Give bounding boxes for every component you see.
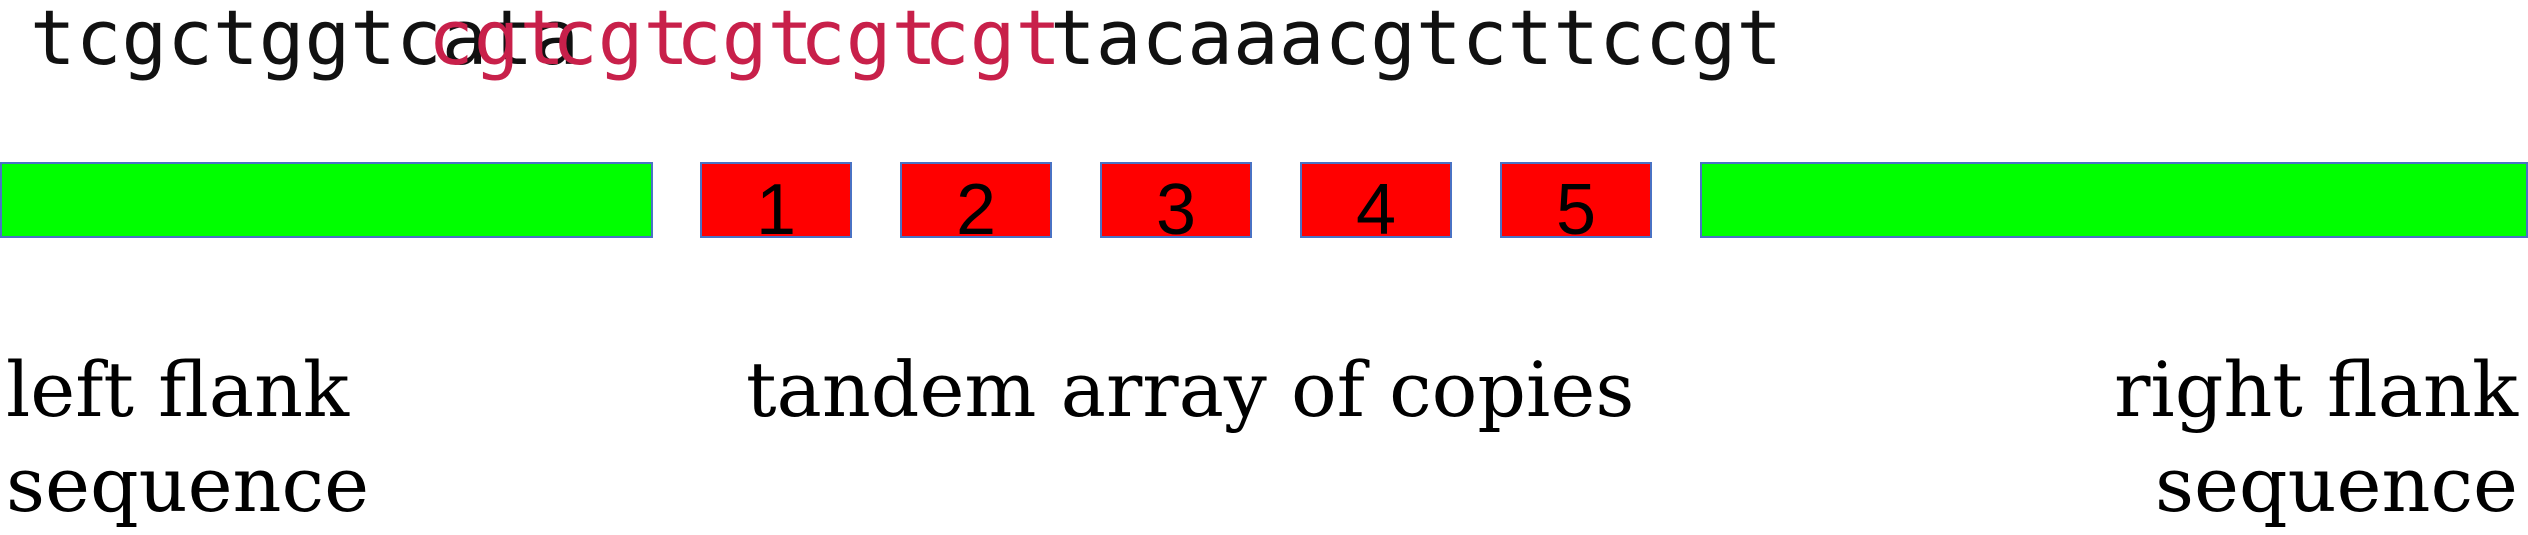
tandem-array-label: tandem array of copies xyxy=(746,345,1635,434)
right-flank-bar xyxy=(1700,162,2528,238)
copy-box-3: 3 xyxy=(1100,162,1252,238)
repeat-copy-2-sequence: cgt xyxy=(552,0,690,82)
copy-box-4: 4 xyxy=(1300,162,1452,238)
repeat-copy-4-sequence: cgt xyxy=(800,0,938,82)
right-flank-sequence: tacaaacgtcttccgt xyxy=(1050,0,1783,82)
left-flank-bar xyxy=(0,162,653,238)
right-flank-label-line1: right flank xyxy=(2114,345,2518,434)
dna-sequence: tcgctggtcata cgt cgt cgt cgt cgt tacaaac… xyxy=(0,0,2528,80)
copy-box-5: 5 xyxy=(1500,162,1652,238)
repeat-copy-1-sequence: cgt xyxy=(428,0,566,82)
copy-box-2: 2 xyxy=(900,162,1052,238)
repeat-copy-3-sequence: cgt xyxy=(676,0,814,82)
right-flank-label-line2: sequence xyxy=(2154,440,2518,529)
left-flank-label-line2: sequence xyxy=(6,440,370,529)
copy-box-1: 1 xyxy=(700,162,852,238)
left-flank-label-line1: left flank xyxy=(6,345,350,434)
repeat-copy-5-sequence: cgt xyxy=(924,0,1062,82)
